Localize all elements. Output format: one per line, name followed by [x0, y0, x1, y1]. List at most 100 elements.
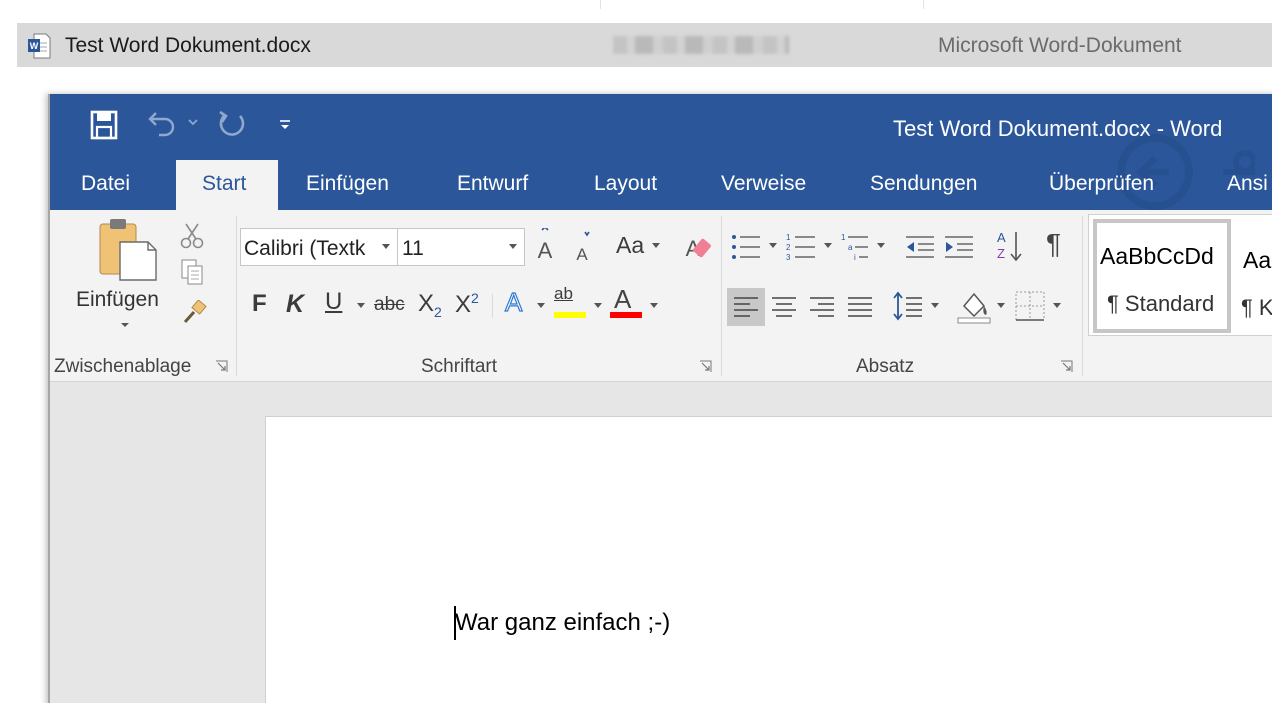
customize-toolbar-icon[interactable]	[278, 118, 292, 132]
italic-button[interactable]: K	[286, 290, 304, 319]
decrease-indent-icon[interactable]	[904, 234, 936, 260]
format-painter-icon[interactable]	[180, 300, 208, 328]
superscript-button[interactable]: X2	[455, 290, 479, 319]
shading-dropdown-icon[interactable]	[996, 302, 1006, 310]
style-standard-preview: AaBbCcDd	[1100, 243, 1214, 269]
highlight-dropdown-icon[interactable]	[593, 302, 603, 310]
subscript-button[interactable]: X2	[418, 290, 442, 320]
column-separator	[923, 0, 924, 9]
document-text[interactable]: War ganz einfach ;-)	[455, 609, 670, 637]
paragraph-launcher-icon[interactable]	[1060, 360, 1073, 373]
font-name-value: Calibri (Textk	[244, 237, 366, 260]
style-next-preview: Aa	[1243, 247, 1272, 273]
column-separator	[600, 0, 601, 9]
ribbon: Einfügen Zwischenablage Calibri (Textk 1…	[50, 210, 1272, 382]
word-file-icon: W	[28, 33, 51, 59]
tab-start[interactable]: Start	[176, 160, 278, 210]
styles-gallery: AaBbCcDd ¶ Standard Aa ¶ K	[1088, 214, 1272, 336]
line-spacing-dropdown-icon[interactable]	[930, 302, 940, 310]
undo-dropdown-icon[interactable]	[187, 116, 199, 128]
group-separator	[236, 216, 237, 376]
tab-einfuegen[interactable]: Einfügen	[306, 172, 389, 196]
separator	[492, 294, 493, 318]
align-right-icon[interactable]	[809, 296, 835, 318]
save-icon[interactable]	[90, 110, 118, 140]
tab-ansicht[interactable]: Ansi	[1227, 172, 1268, 196]
tab-start-label: Start	[202, 172, 247, 195]
title-bar: Test Word Dokument.docx - Word Datei Sta…	[50, 94, 1272, 210]
svg-text:A: A	[997, 230, 1006, 245]
copy-icon[interactable]	[178, 258, 206, 286]
explorer-file-row[interactable]: W Test Word Dokument.docx Microsoft Word…	[17, 23, 1272, 67]
subscript-mark: 2	[434, 303, 442, 320]
paragraph-group-label: Absatz	[856, 356, 915, 377]
style-standard[interactable]: AaBbCcDd ¶ Standard	[1093, 219, 1231, 333]
align-center-icon[interactable]	[771, 296, 797, 318]
text-effects-dropdown-icon[interactable]	[536, 302, 546, 310]
bullets-icon[interactable]	[730, 232, 762, 262]
show-formatting-button[interactable]: ¶	[1046, 228, 1061, 260]
justify-icon[interactable]	[847, 296, 873, 318]
numbering-icon[interactable]: 123	[785, 232, 817, 262]
superscript-base: X	[455, 291, 472, 318]
font-size-dropdown-icon[interactable]	[508, 243, 518, 251]
tab-datei[interactable]: Datei	[81, 172, 130, 196]
bold-button[interactable]: F	[252, 290, 267, 318]
font-size-value: 11	[402, 237, 424, 260]
tab-layout[interactable]: Layout	[594, 172, 657, 196]
borders-dropdown-icon[interactable]	[1052, 302, 1062, 310]
cut-icon[interactable]	[178, 222, 206, 250]
font-color-button[interactable]: A	[614, 284, 631, 315]
sort-icon[interactable]: A Z	[996, 228, 1024, 264]
tab-ueberpruefen[interactable]: Überprüfen	[1049, 172, 1154, 196]
highlight-button[interactable]: ab	[554, 284, 573, 304]
change-case-dropdown-icon[interactable]	[651, 242, 661, 250]
borders-icon[interactable]	[1014, 290, 1046, 322]
paste-dropdown-icon[interactable]	[120, 320, 130, 330]
font-color-bar	[610, 312, 642, 318]
underline-button[interactable]: U	[325, 288, 342, 316]
paste-icon[interactable]	[98, 218, 160, 282]
group-separator	[1082, 216, 1083, 376]
font-name-dropdown-icon[interactable]	[381, 243, 391, 251]
style-next[interactable]: Aa ¶ K	[1235, 219, 1272, 333]
font-size-box[interactable]: 11	[397, 228, 525, 266]
file-type: Microsoft Word-Dokument	[938, 34, 1182, 57]
clear-formatting-icon[interactable]: A	[682, 228, 714, 262]
multilevel-dropdown-icon[interactable]	[876, 242, 886, 250]
font-group-label: Schriftart	[421, 356, 498, 377]
file-name: Test Word Dokument.docx	[65, 34, 311, 57]
font-color-dropdown-icon[interactable]	[649, 302, 659, 310]
desktop: W Test Word Dokument.docx Microsoft Word…	[0, 0, 1272, 703]
align-left-button[interactable]	[727, 288, 765, 326]
change-case-button[interactable]: Aa	[616, 232, 644, 259]
svg-text:i: i	[854, 253, 856, 262]
svg-text:1: 1	[786, 233, 791, 242]
tab-verweise[interactable]: Verweise	[721, 172, 806, 196]
svg-text:A: A	[576, 245, 588, 264]
underline-dropdown-icon[interactable]	[356, 302, 366, 310]
document-page[interactable]: War ganz einfach ;-)	[265, 416, 1272, 703]
shrink-font-icon[interactable]: A	[572, 230, 592, 264]
undo-icon[interactable]	[147, 109, 175, 139]
increase-indent-icon[interactable]	[943, 234, 975, 260]
tab-entwurf[interactable]: Entwurf	[457, 172, 528, 196]
font-launcher-icon[interactable]	[699, 360, 712, 373]
superscript-mark: 2	[471, 290, 479, 306]
numbering-dropdown-icon[interactable]	[823, 242, 833, 250]
shading-icon[interactable]	[956, 288, 992, 324]
clipboard-launcher-icon[interactable]	[215, 360, 228, 373]
text-effects-button[interactable]: A	[504, 286, 523, 318]
strikethrough-button[interactable]: abc	[374, 294, 405, 316]
redo-icon[interactable]	[216, 108, 248, 140]
tab-sendungen[interactable]: Sendungen	[870, 172, 977, 196]
font-name-box[interactable]: Calibri (Textk	[240, 228, 398, 266]
line-spacing-icon[interactable]	[892, 290, 924, 322]
svg-text:A: A	[538, 238, 553, 262]
align-left-icon	[734, 297, 758, 317]
svg-text:2: 2	[786, 243, 791, 252]
grow-font-icon[interactable]: A	[534, 228, 556, 262]
multilevel-list-icon[interactable]: 1 a i	[840, 232, 872, 262]
bullets-dropdown-icon[interactable]	[768, 242, 778, 250]
paste-button-label[interactable]: Einfügen	[76, 288, 159, 312]
